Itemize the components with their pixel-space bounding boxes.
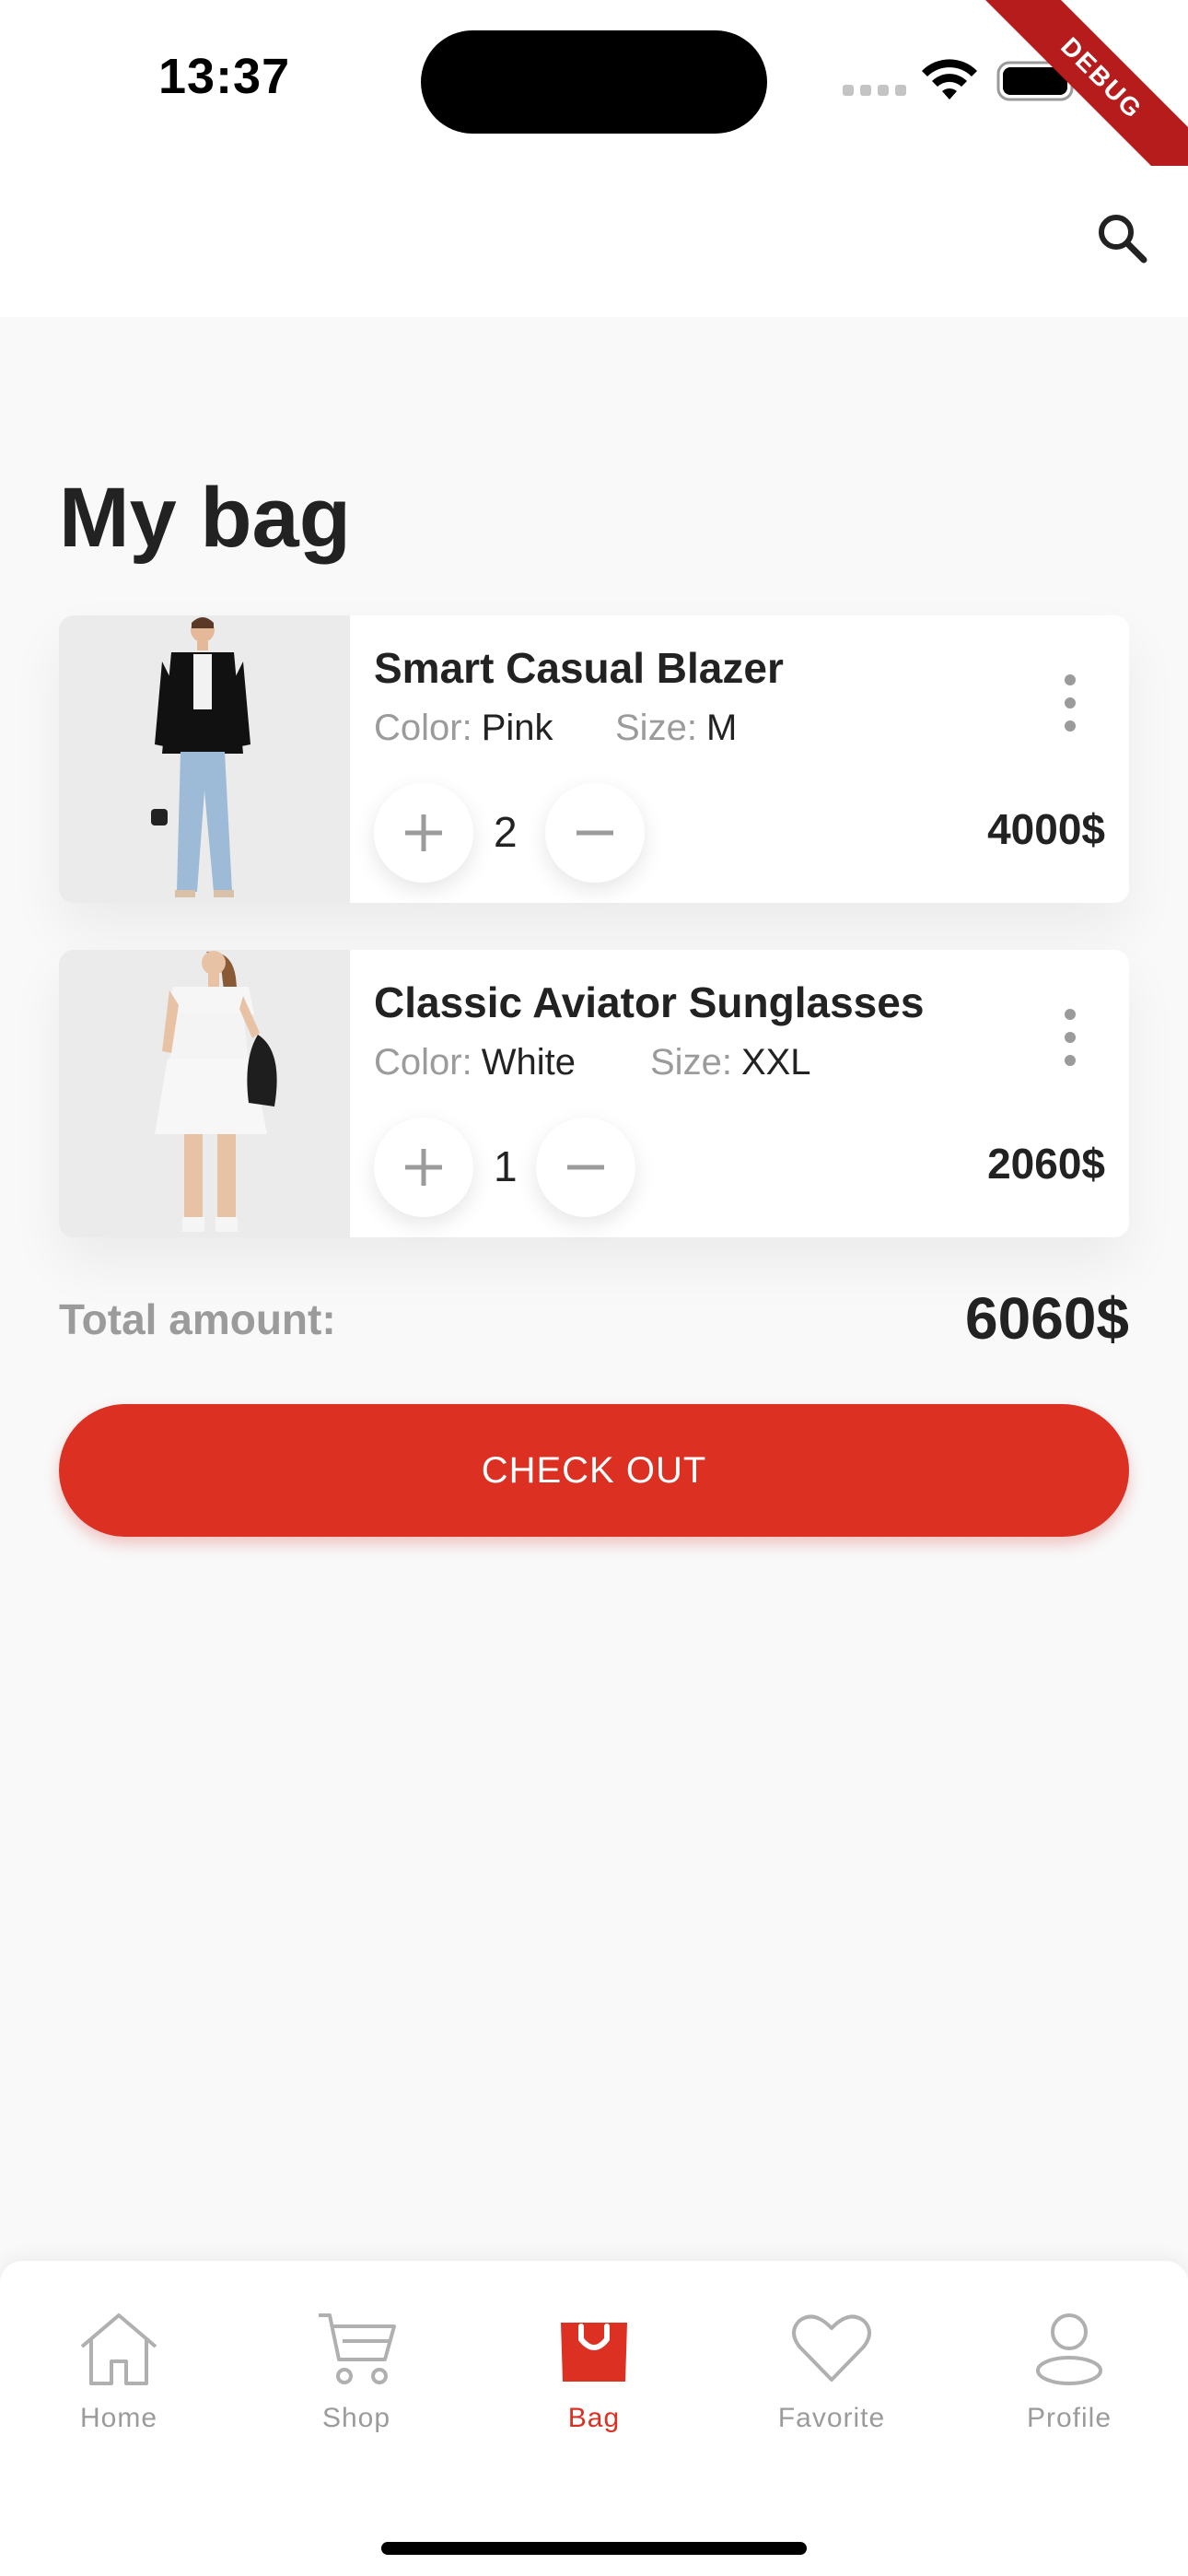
- product-name: Classic Aviator Sunglasses: [374, 978, 925, 1026]
- product-price: 4000$: [987, 805, 1105, 853]
- quantity-value: 2: [494, 808, 518, 856]
- product-photo-dress: [59, 950, 350, 1237]
- nav-label: Shop: [321, 2403, 391, 2433]
- home-icon: [80, 2313, 157, 2385]
- product-price: 2060$: [987, 1140, 1105, 1188]
- product-color: Color: White: [374, 1042, 576, 1083]
- status-time: 13:37: [158, 49, 291, 104]
- size-value: XXL: [740, 1042, 811, 1083]
- decrease-quantity-button[interactable]: [536, 1118, 635, 1217]
- nav-item-shop[interactable]: Shop: [255, 2307, 458, 2464]
- cart-icon: [319, 2313, 396, 2384]
- more-options-button[interactable]: [1057, 1005, 1083, 1070]
- size-label: Size:: [615, 708, 697, 748]
- color-label: Color:: [374, 1042, 472, 1083]
- plus-icon: [405, 814, 442, 851]
- bottom-navigation: Home Shop Bag Favorite Profile: [0, 2261, 1188, 2576]
- product-photo-blazer: [59, 615, 350, 903]
- product-image[interactable]: [59, 950, 350, 1237]
- product-size: Size: XXL: [650, 1042, 811, 1083]
- color-value: Pink: [481, 708, 553, 748]
- page-title: My bag: [59, 471, 351, 565]
- dynamic-island: [421, 30, 767, 134]
- cart-item: Classic Aviator Sunglasses Color: White S…: [59, 950, 1129, 1237]
- more-options-button[interactable]: [1057, 671, 1083, 735]
- increase-quantity-button[interactable]: [374, 783, 473, 883]
- total-amount-value: 6060$: [965, 1285, 1129, 1352]
- size-label: Size:: [650, 1042, 732, 1083]
- product-image[interactable]: [59, 615, 350, 903]
- nav-item-profile[interactable]: Profile: [968, 2307, 1171, 2464]
- home-indicator[interactable]: [381, 2542, 807, 2555]
- product-name: Smart Casual Blazer: [374, 644, 784, 692]
- nav-label: Profile: [1026, 2403, 1112, 2433]
- color-label: Color:: [374, 708, 472, 748]
- size-value: M: [705, 708, 738, 748]
- wifi-icon: [922, 59, 977, 100]
- nav-item-favorite[interactable]: Favorite: [730, 2307, 933, 2464]
- app-bar: [0, 166, 1188, 317]
- quantity-value: 1: [494, 1142, 518, 1190]
- cellular-signal-icon: [843, 81, 907, 96]
- search-icon: [1099, 215, 1147, 263]
- minus-icon: [567, 1165, 604, 1170]
- nav-item-bag[interactable]: Bag: [493, 2307, 695, 2464]
- nav-label: Favorite: [777, 2403, 886, 2433]
- nav-label: Bag: [567, 2403, 621, 2433]
- product-size: Size: M: [615, 708, 737, 749]
- cart-item: Smart Casual Blazer Color: Pink Size: M 2 …: [59, 615, 1129, 903]
- plus-icon: [405, 1149, 442, 1186]
- nav-label: Home: [79, 2403, 158, 2433]
- checkout-button[interactable]: CHECK OUT: [59, 1404, 1129, 1537]
- decrease-quantity-button[interactable]: [545, 783, 645, 883]
- color-value: White: [481, 1042, 576, 1083]
- product-color: Color: Pink: [374, 708, 553, 749]
- bag-icon: [561, 2323, 627, 2382]
- profile-icon: [1036, 2313, 1102, 2385]
- status-bar: 13:37 DEBUG: [0, 0, 1188, 221]
- nav-item-home[interactable]: Home: [17, 2307, 220, 2464]
- total-amount-label: Total amount:: [59, 1295, 336, 1343]
- increase-quantity-button[interactable]: [374, 1118, 473, 1217]
- search-button[interactable]: [1087, 203, 1157, 273]
- heart-icon: [792, 2314, 871, 2382]
- minus-icon: [577, 830, 613, 836]
